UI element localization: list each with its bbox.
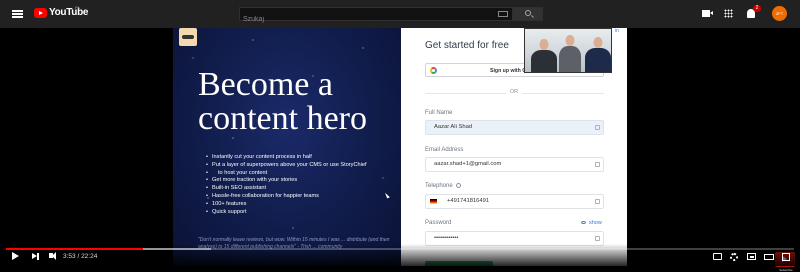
show-password-toggle[interactable]: show [589, 220, 602, 226]
feature-item: Built-in SEO assistant [206, 185, 367, 193]
storychief-hero-panel: Become a content hero Instantly cut your… [173, 28, 401, 266]
eye-icon[interactable] [581, 221, 586, 224]
keyboard-icon[interactable] [498, 11, 508, 17]
form-title: Get started for free [425, 40, 509, 51]
storychief-logo-icon [179, 28, 197, 46]
email-label: Email Address [425, 147, 464, 153]
time-display: 3:53 / 22:24 [63, 253, 98, 260]
hero-title: Become a content hero [198, 66, 367, 137]
feature-item: to host your content [206, 170, 367, 178]
feature-item: Put a layer of superpowers above your CM… [206, 162, 367, 170]
telephone-field[interactable]: +491741816491 [425, 194, 604, 209]
search-box [239, 7, 513, 26]
autofill-icon [595, 162, 600, 167]
starfield-background [173, 28, 401, 266]
theater-mode-icon[interactable] [764, 253, 774, 260]
telephone-label-text: Telephone [425, 183, 453, 190]
youtube-logo-text[interactable]: YouTube [49, 7, 89, 18]
create-video-icon[interactable] [702, 10, 713, 17]
feature-list: Instantly cut your content process in ha… [206, 154, 367, 216]
person-head [565, 35, 575, 46]
volume-icon[interactable] [49, 251, 56, 260]
google-icon [430, 67, 437, 74]
person-head [593, 37, 603, 48]
fullscreen-icon[interactable] [782, 252, 790, 261]
webcam-overlay [524, 28, 612, 73]
feature-item: Instantly cut your content process in ha… [206, 154, 367, 162]
email-field[interactable]: aazar.shad+1@gmail.com [425, 157, 604, 172]
subtitles-icon[interactable] [713, 253, 722, 260]
search-input[interactable] [240, 13, 490, 26]
menu-icon[interactable] [12, 10, 23, 18]
germany-flag-icon[interactable] [430, 199, 437, 204]
video-player[interactable]: Become a content hero Instantly cut your… [0, 28, 800, 272]
email-value: aazar.shad+1@gmail.com [434, 161, 502, 167]
progress-bar[interactable] [6, 248, 794, 250]
google-signup-label: Sign up with G [490, 67, 527, 74]
feature-item: 100+ features [206, 201, 367, 209]
play-icon[interactable] [12, 252, 19, 260]
or-divider-label: OR [506, 89, 522, 95]
player-controls: 3:53 / 22:24 [0, 244, 800, 266]
country-code: PL [75, 5, 80, 10]
youtube-logo-icon[interactable] [34, 8, 47, 18]
next-video-icon[interactable] [32, 252, 39, 260]
person-figure [531, 39, 557, 72]
telephone-label: Telephone [425, 183, 462, 190]
settings-gear-icon[interactable] [730, 252, 738, 261]
feature-item: Hassle-free collaboration for happier te… [206, 193, 367, 201]
autofill-icon [595, 236, 600, 241]
autofill-icon [595, 199, 600, 204]
search-icon [525, 10, 531, 16]
account-avatar[interactable]: ZFT [772, 6, 787, 21]
full-name-label: Full Name [425, 110, 453, 116]
full-name-field[interactable]: Aazar Ali Shad [425, 120, 604, 135]
info-icon[interactable] [456, 183, 462, 188]
played-bar [6, 248, 144, 250]
password-value: •••••••••••• [434, 235, 459, 241]
person-figure [559, 35, 581, 72]
subscribe-watermark-label: Subscribe [779, 268, 793, 272]
masthead: YouTube PL 2 ZFT [0, 0, 800, 28]
telephone-value: +491741816491 [447, 198, 490, 204]
person-head [539, 39, 549, 50]
miniplayer-icon[interactable] [747, 253, 756, 260]
autofill-icon [595, 125, 600, 130]
apps-grid-icon[interactable] [724, 9, 733, 18]
feature-item: Quick support [206, 209, 367, 217]
person-figure [585, 37, 611, 72]
signin-link[interactable]: in [615, 28, 619, 34]
search-button[interactable] [513, 7, 543, 21]
notification-count-badge: 2 [753, 5, 761, 12]
full-name-value: Aazar Ali Shad [434, 124, 473, 130]
password-label: Password [425, 220, 452, 226]
feature-item: Get more traction with your stories [206, 177, 367, 185]
